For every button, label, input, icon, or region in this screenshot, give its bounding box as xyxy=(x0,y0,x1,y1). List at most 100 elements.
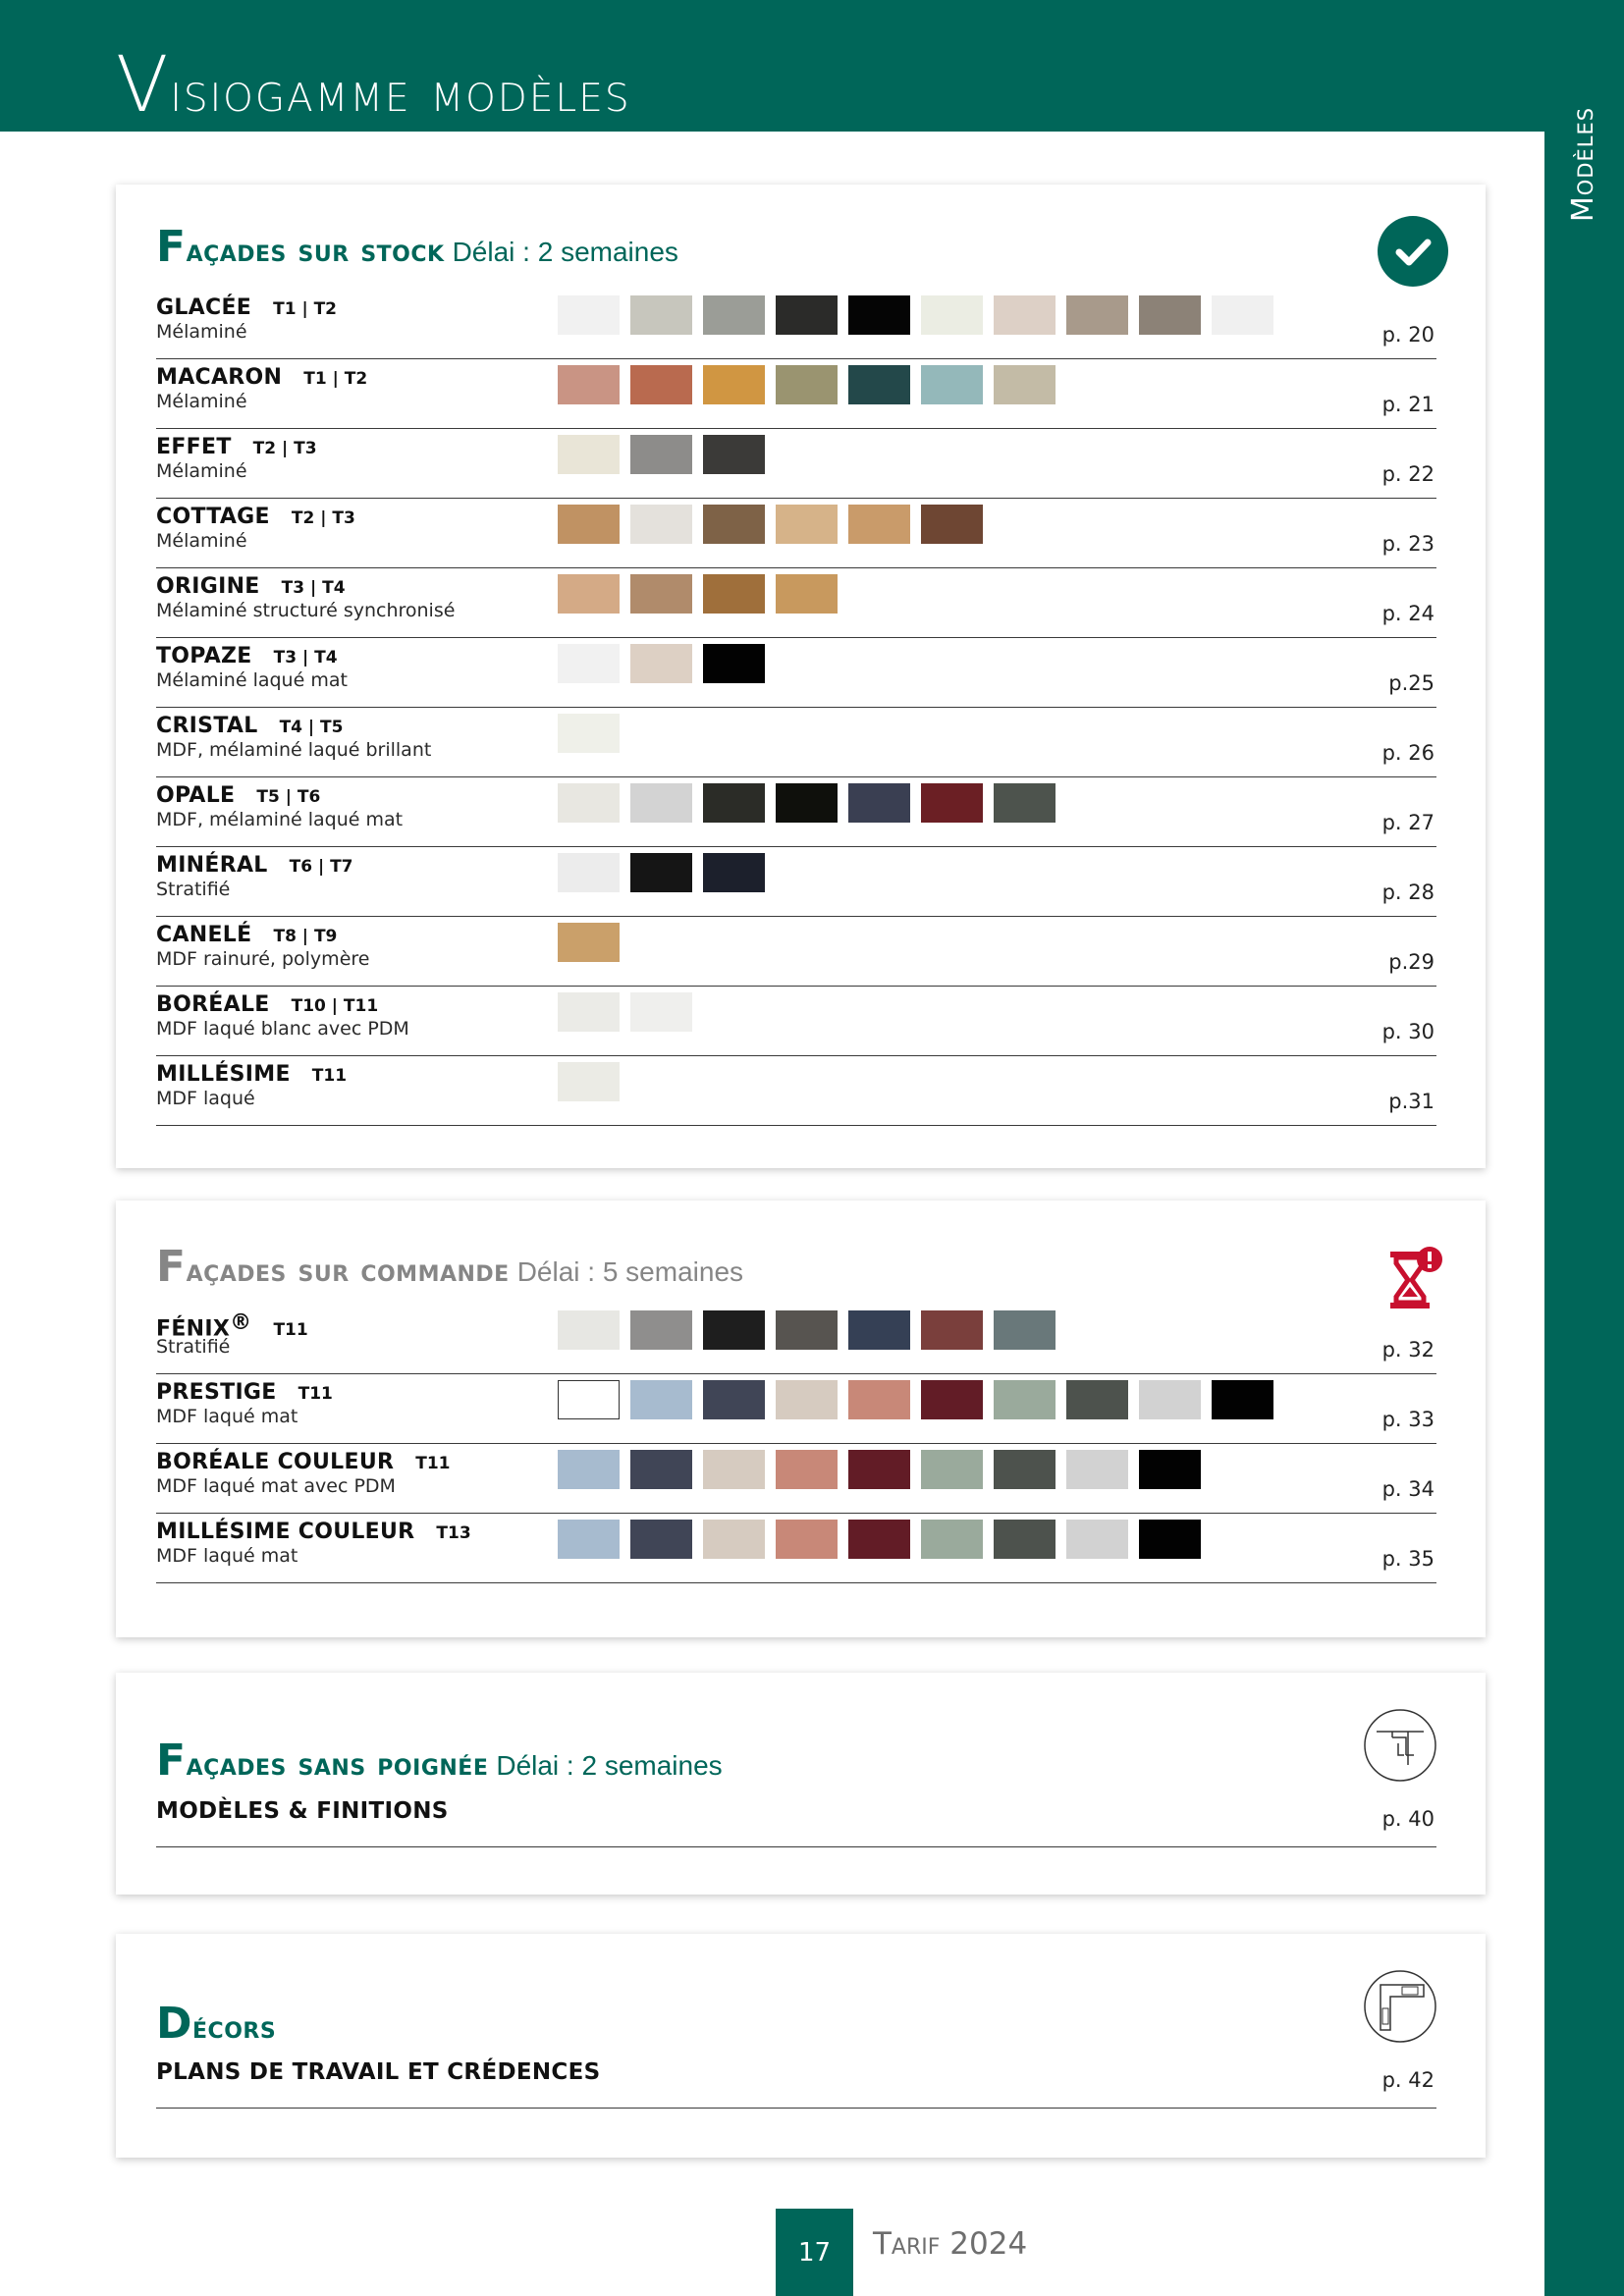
color-swatch[interactable] xyxy=(848,1310,910,1350)
color-swatch[interactable] xyxy=(776,1310,838,1350)
color-swatch[interactable] xyxy=(558,295,620,335)
page-reference-link[interactable]: p.29 xyxy=(1388,950,1435,974)
color-swatch[interactable] xyxy=(776,295,838,335)
color-swatch[interactable] xyxy=(1139,295,1201,335)
color-swatch[interactable] xyxy=(848,505,910,544)
color-swatch[interactable] xyxy=(921,505,983,544)
page-reference-link[interactable]: p. 21 xyxy=(1382,393,1435,416)
color-swatch[interactable] xyxy=(776,1520,838,1559)
color-swatch[interactable] xyxy=(558,644,620,683)
color-swatch[interactable] xyxy=(776,574,838,614)
color-swatch[interactable] xyxy=(630,1450,692,1489)
color-swatch[interactable] xyxy=(921,1310,983,1350)
color-swatch[interactable] xyxy=(703,505,765,544)
color-swatch[interactable] xyxy=(558,1380,620,1419)
color-swatch[interactable] xyxy=(630,505,692,544)
color-swatch[interactable] xyxy=(558,714,620,753)
color-swatch[interactable] xyxy=(994,1520,1056,1559)
color-swatch[interactable] xyxy=(630,1310,692,1350)
color-swatch[interactable] xyxy=(1066,1380,1128,1419)
color-swatch[interactable] xyxy=(848,295,910,335)
color-swatch[interactable] xyxy=(994,365,1056,404)
page-reference-link[interactable]: p. 23 xyxy=(1382,532,1435,556)
color-swatch[interactable] xyxy=(558,853,620,892)
color-swatch[interactable] xyxy=(558,1450,620,1489)
color-swatch[interactable] xyxy=(558,923,620,962)
color-swatch[interactable] xyxy=(994,1310,1056,1350)
color-swatch[interactable] xyxy=(848,1450,910,1489)
color-swatch[interactable] xyxy=(558,1062,620,1101)
color-swatch[interactable] xyxy=(921,1450,983,1489)
color-swatch[interactable] xyxy=(1212,295,1273,335)
page-reference-link[interactable]: p. 28 xyxy=(1382,881,1435,904)
color-swatch[interactable] xyxy=(558,574,620,614)
color-swatch[interactable] xyxy=(630,365,692,404)
color-swatch[interactable] xyxy=(703,853,765,892)
color-swatch[interactable] xyxy=(1066,295,1128,335)
color-swatch[interactable] xyxy=(776,1380,838,1419)
color-swatch[interactable] xyxy=(630,295,692,335)
page-reference-link[interactable]: p. 22 xyxy=(1382,462,1435,486)
page-reference-link[interactable]: p. 20 xyxy=(1382,323,1435,347)
color-swatch[interactable] xyxy=(558,1310,620,1350)
page-reference-link[interactable]: p. 42 xyxy=(1382,2068,1435,2092)
color-swatch[interactable] xyxy=(776,365,838,404)
color-swatch[interactable] xyxy=(994,295,1056,335)
page-reference-link[interactable]: p. 30 xyxy=(1382,1020,1435,1043)
color-swatch[interactable] xyxy=(776,505,838,544)
page-reference-link[interactable]: p. 32 xyxy=(1382,1338,1435,1362)
color-swatch[interactable] xyxy=(703,365,765,404)
color-swatch[interactable] xyxy=(921,295,983,335)
color-swatch[interactable] xyxy=(630,1520,692,1559)
color-swatch[interactable] xyxy=(1139,1520,1201,1559)
color-swatch[interactable] xyxy=(848,1380,910,1419)
color-swatch[interactable] xyxy=(558,992,620,1032)
color-swatch[interactable] xyxy=(630,644,692,683)
color-swatch[interactable] xyxy=(994,1450,1056,1489)
color-swatch[interactable] xyxy=(558,365,620,404)
color-swatch[interactable] xyxy=(703,435,765,474)
page-reference-link[interactable]: p. 24 xyxy=(1382,602,1435,625)
page-reference-link[interactable]: p. 35 xyxy=(1382,1547,1435,1571)
page-reference-link[interactable]: p. 26 xyxy=(1382,741,1435,765)
color-swatch[interactable] xyxy=(630,853,692,892)
color-swatch[interactable] xyxy=(921,1520,983,1559)
color-swatch[interactable] xyxy=(630,574,692,614)
color-swatch[interactable] xyxy=(558,783,620,823)
color-swatch[interactable] xyxy=(848,1520,910,1559)
page-reference-link[interactable]: p. 34 xyxy=(1382,1477,1435,1501)
color-swatch[interactable] xyxy=(703,644,765,683)
color-swatch[interactable] xyxy=(703,1310,765,1350)
color-swatch[interactable] xyxy=(630,1380,692,1419)
color-swatch[interactable] xyxy=(703,1450,765,1489)
color-swatch[interactable] xyxy=(1139,1380,1201,1419)
color-swatch[interactable] xyxy=(1066,1520,1128,1559)
color-swatch[interactable] xyxy=(776,783,838,823)
color-swatch[interactable] xyxy=(994,1380,1056,1419)
page-reference-link[interactable]: p. 33 xyxy=(1382,1408,1435,1431)
page-reference-link[interactable]: p.25 xyxy=(1388,671,1435,695)
color-swatch[interactable] xyxy=(558,505,620,544)
color-swatch[interactable] xyxy=(703,1520,765,1559)
color-swatch[interactable] xyxy=(1066,1450,1128,1489)
color-swatch[interactable] xyxy=(848,783,910,823)
color-swatch[interactable] xyxy=(630,783,692,823)
color-swatch[interactable] xyxy=(558,1520,620,1559)
color-swatch[interactable] xyxy=(703,1380,765,1419)
color-swatch[interactable] xyxy=(921,1380,983,1419)
color-swatch[interactable] xyxy=(994,783,1056,823)
color-swatch[interactable] xyxy=(1212,1380,1273,1419)
page-reference-link[interactable]: p. 40 xyxy=(1382,1807,1435,1831)
color-swatch[interactable] xyxy=(776,1450,838,1489)
color-swatch[interactable] xyxy=(921,365,983,404)
color-swatch[interactable] xyxy=(848,365,910,404)
color-swatch[interactable] xyxy=(921,783,983,823)
color-swatch[interactable] xyxy=(703,783,765,823)
color-swatch[interactable] xyxy=(558,435,620,474)
color-swatch[interactable] xyxy=(630,992,692,1032)
color-swatch[interactable] xyxy=(703,295,765,335)
color-swatch[interactable] xyxy=(703,574,765,614)
color-swatch[interactable] xyxy=(630,435,692,474)
color-swatch[interactable] xyxy=(1139,1450,1201,1489)
page-reference-link[interactable]: p.31 xyxy=(1388,1090,1435,1113)
